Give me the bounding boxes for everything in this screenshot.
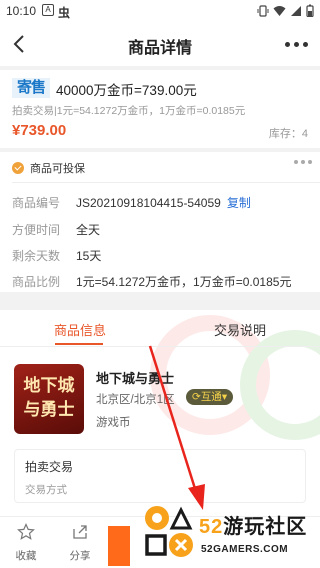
stock-count: 库存：4 — [268, 128, 308, 140]
trade-method-value: 拍卖交易 — [25, 460, 74, 474]
top-nav: 商品详情 — [0, 22, 320, 66]
listing-price: ¥739.00 — [12, 122, 67, 139]
game-name: 地下城与勇士 — [96, 371, 175, 386]
copy-button[interactable]: 复制 — [227, 196, 251, 210]
detail-value: 1元=54.1272万金币，1万金币=0.0185元 — [76, 275, 292, 289]
game-logo-line: 地下城 — [23, 376, 75, 395]
detail-label: 剩余天数 — [12, 249, 61, 263]
buy-button[interactable] — [108, 526, 130, 566]
check-badge-icon — [12, 162, 24, 174]
page-title: 商品详情 — [127, 40, 192, 57]
hutong-label: 互通 — [200, 391, 222, 403]
game-currency: 游戏币 — [96, 417, 131, 429]
favorite-label: 收藏 — [15, 550, 37, 562]
status-bar: 10:10 A 虫 — [0, 0, 320, 22]
game-logo-line: 与勇士 — [23, 400, 75, 419]
share-button[interactable]: 分享 — [62, 523, 98, 563]
battery-icon — [306, 4, 314, 17]
watermark-text: 游玩社区 — [223, 516, 308, 538]
vibrate-icon — [257, 4, 269, 17]
detail-row: 方便时间 全天 — [12, 221, 100, 238]
detail-row: 剩余天数 15天 — [12, 247, 101, 264]
share-icon — [73, 525, 87, 539]
watermark-title: 52游玩社区 — [199, 510, 307, 539]
insure-label: 商品可投保 — [30, 163, 85, 175]
listing-card: 寄售 40000万金币=739.00元 拍卖交易|1元=54.1272万金币，1… — [0, 70, 320, 148]
more-icon[interactable] — [285, 42, 308, 47]
status-time: 10:10 — [6, 4, 37, 18]
listing-subline: 拍卖交易|1元=54.1272万金币，1万金币=0.0185元 — [12, 105, 246, 117]
watermark-number: 52 — [199, 516, 224, 538]
detail-row: 商品比例 1元=54.1272万金币，1万金币=0.0185元 — [12, 273, 291, 290]
detail-label: 商品比例 — [12, 275, 61, 289]
tab-bar: 商品信息 交易说明 — [0, 310, 320, 347]
detail-label: 商品编号 — [12, 196, 61, 210]
details-card: 商品可投保 商品编号 JS20210918104415-54059 复制 方便时间 全… — [0, 152, 320, 292]
trade-method-box: 拍卖交易 交易方式 — [14, 449, 306, 503]
star-icon — [17, 523, 35, 540]
detail-row: 商品编号 JS20210918104415-54059 复制 — [12, 194, 251, 211]
detail-value: JS20210918104415-54059 — [76, 196, 221, 210]
tab-trade-notes[interactable]: 交易说明 — [214, 320, 266, 339]
game-logo: 地下城 与勇士 — [14, 364, 84, 434]
watermark: 52游玩社区 52GAMERS.COM — [143, 502, 320, 568]
consignment-logo: 寄售 — [12, 78, 50, 98]
favorite-button[interactable]: 收藏 — [8, 523, 44, 563]
watermark-url: 52GAMERS.COM — [201, 544, 289, 555]
divider — [0, 346, 320, 347]
tab-indicator — [55, 343, 103, 345]
app-a-icon: A — [42, 4, 54, 16]
hutong-badge[interactable]: ⟳互通▾ — [186, 389, 234, 405]
game-region: 北京区/北京1区 — [96, 394, 175, 406]
wifi-icon — [273, 5, 286, 16]
insure-badge: 商品可投保 — [12, 160, 85, 176]
triangle-down-icon: ▾ — [221, 391, 228, 403]
refresh-icon: ⟳ — [192, 391, 201, 403]
bug-icon: 虫 — [58, 6, 71, 20]
signal-icon — [291, 5, 301, 16]
trade-method-label: 交易方式 — [25, 484, 67, 496]
detail-value: 15天 — [76, 249, 102, 263]
divider — [12, 182, 320, 183]
detail-value: 全天 — [76, 223, 101, 237]
tab-product-info[interactable]: 商品信息 — [54, 320, 106, 339]
details-more-icon[interactable] — [294, 160, 312, 164]
share-label: 分享 — [69, 550, 91, 562]
detail-label: 方便时间 — [12, 223, 61, 237]
watermark-logo-icon — [145, 506, 193, 557]
listing-headline: 40000万金币=739.00元 — [56, 83, 197, 98]
